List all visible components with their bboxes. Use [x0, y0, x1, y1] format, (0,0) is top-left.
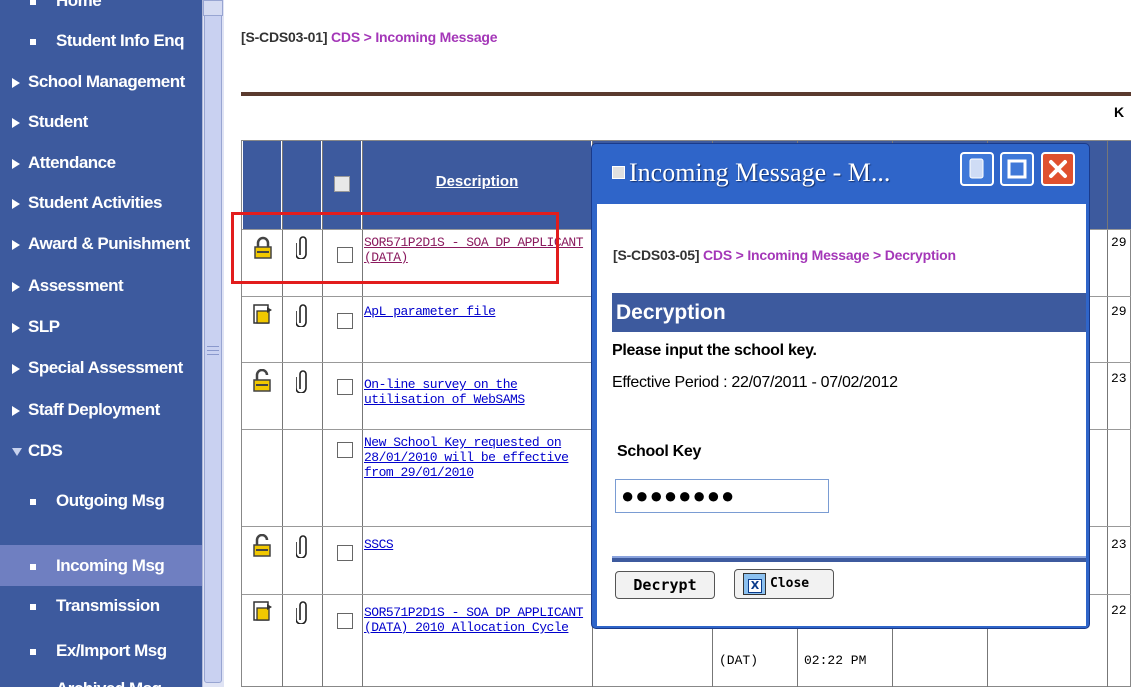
date-cell: 23 — [1111, 371, 1127, 386]
sidebar-item-student-activities[interactable]: Student Activities — [0, 182, 202, 223]
expand-arrow-icon — [12, 322, 20, 333]
expand-arrow-icon — [12, 77, 20, 88]
sidebar-item-staff-deployment[interactable]: Staff Deployment — [0, 389, 202, 430]
breadcrumb-path: CDS > Incoming Message > Decryption — [703, 247, 956, 263]
sidebar-item-cds[interactable]: CDS — [0, 430, 202, 471]
column-header-description[interactable]: Description — [363, 173, 591, 190]
bullet-icon — [30, 38, 36, 45]
popup-breadcrumb: [S-CDS03-05] CDS > Incoming Message > De… — [613, 247, 956, 263]
sidebar-item-home[interactable]: Home — [0, 0, 202, 21]
first-page-button[interactable]: K — [1114, 104, 1124, 120]
maximize-icon — [1007, 159, 1027, 179]
decrypt-button[interactable]: Decrypt — [615, 571, 715, 599]
sidebar-item-assessment[interactable]: Assessment — [0, 265, 202, 306]
date-cell: 29 — [1111, 235, 1127, 250]
sidebar-item-attendance[interactable]: Attendance — [0, 142, 202, 183]
sidebar-item-special-assessment[interactable]: Special Assessment — [0, 347, 202, 388]
row-checkbox[interactable] — [337, 545, 353, 561]
grip-icon — [207, 346, 219, 360]
document-icon — [612, 166, 625, 179]
sidebar-item-award-punishment[interactable]: Award & Punishment — [0, 223, 202, 264]
unlock-icon — [253, 369, 271, 392]
paperclip-icon[interactable] — [296, 600, 308, 624]
message-description-link[interactable]: SSCS — [364, 537, 584, 552]
collapse-arrow-icon — [12, 447, 22, 456]
sidebar-item-ex-import-msg[interactable]: Ex/Import Msg — [0, 630, 202, 671]
page-code: [S-CDS03-05] — [613, 247, 700, 263]
bullet-icon — [30, 498, 36, 505]
school-key-input[interactable]: ●●●●●●●● — [615, 479, 829, 513]
sidebar-item-student[interactable]: Student — [0, 101, 202, 142]
decryption-popup-window: Incoming Message - M... [S-CDS03-05] CDS… — [591, 143, 1090, 629]
paperclip-icon[interactable] — [296, 369, 308, 393]
minimize-button[interactable] — [960, 152, 994, 186]
unlock-icon — [253, 534, 271, 557]
row-checkbox[interactable] — [337, 379, 353, 395]
popup-content: [S-CDS03-05] CDS > Incoming Message > De… — [597, 204, 1086, 626]
sidebar-item-slp[interactable]: SLP — [0, 306, 202, 347]
paperclip-icon[interactable] — [296, 303, 308, 327]
paperclip-icon[interactable] — [296, 534, 308, 558]
breadcrumb-path: CDS > Incoming Message — [331, 29, 498, 45]
message-description-link[interactable]: ApL parameter file — [364, 304, 584, 319]
expand-arrow-icon — [12, 405, 20, 416]
message-description-link[interactable]: SOR571P2D1S - SOA DP APPLICANT (DATA) 20… — [364, 605, 584, 635]
sidebar-item-outgoing-msg[interactable]: Outgoing Msg — [0, 480, 202, 521]
bullet-icon — [30, 0, 36, 5]
expand-arrow-icon — [12, 239, 20, 250]
sidebar-item-transmission[interactable]: Transmission — [0, 585, 202, 626]
type-cell: (DAT) — [719, 653, 759, 668]
school-key-label: School Key — [617, 443, 702, 460]
bullet-icon — [30, 563, 36, 570]
close-icon — [1049, 160, 1067, 178]
expand-arrow-icon — [12, 158, 20, 169]
close-window-button[interactable] — [1041, 152, 1075, 186]
expand-arrow-icon — [12, 117, 20, 128]
sidebar-item-student-info-enq[interactable]: Student Info Enq — [0, 20, 202, 61]
date-cell: 22 — [1111, 603, 1127, 618]
bullet-icon — [30, 603, 36, 610]
instruction-text: Please input the school key. — [612, 342, 817, 359]
expand-arrow-icon — [12, 281, 20, 292]
doc-icon — [253, 601, 272, 621]
sidebar-item-archived-msg[interactable]: Archived Msg — [0, 668, 202, 687]
page-code: [S-CDS03-01] — [241, 29, 328, 45]
maximize-button[interactable] — [1000, 152, 1034, 186]
message-description-link[interactable]: New School Key requested on 28/01/2010 w… — [364, 435, 584, 480]
row-checkbox[interactable] — [337, 613, 353, 629]
close-button[interactable]: X Close — [734, 569, 834, 599]
message-description-link[interactable]: On-line survey on the utilisation of Web… — [364, 377, 584, 407]
breadcrumb: [S-CDS03-01] CDS > Incoming Message — [241, 29, 498, 45]
date-cell: 29 — [1111, 304, 1127, 319]
close-x-icon: X — [743, 573, 766, 595]
sidebar-item-incoming-msg[interactable]: Incoming Msg — [0, 545, 202, 586]
effective-period-text: Effective Period : 22/07/2011 - 07/02/20… — [612, 374, 898, 391]
expand-arrow-icon — [12, 198, 20, 209]
decryption-heading: Decryption — [612, 293, 1086, 332]
sidebar-scrollbar-thumb[interactable] — [204, 0, 222, 683]
date-cell: 23 — [1111, 537, 1127, 552]
expand-arrow-icon — [12, 363, 20, 374]
popup-title: Incoming Message - M... — [612, 158, 890, 188]
minimize-icon — [969, 158, 984, 179]
highlight-box — [231, 212, 559, 284]
doc-icon — [253, 304, 272, 324]
sidebar-item-school-management[interactable]: School Management — [0, 61, 202, 102]
sidebar-nav: Home Student Info Enq School Management … — [0, 0, 202, 687]
column-divider — [1107, 141, 1108, 687]
row-checkbox[interactable] — [337, 442, 353, 458]
time-cell: 02:22 PM — [804, 653, 867, 668]
button-bar-divider — [612, 556, 1086, 562]
header-divider — [241, 92, 1131, 96]
scroll-up-button[interactable] — [203, 0, 223, 16]
row-checkbox[interactable] — [337, 313, 353, 329]
bullet-icon — [30, 648, 36, 655]
select-all-checkbox[interactable] — [334, 176, 350, 192]
